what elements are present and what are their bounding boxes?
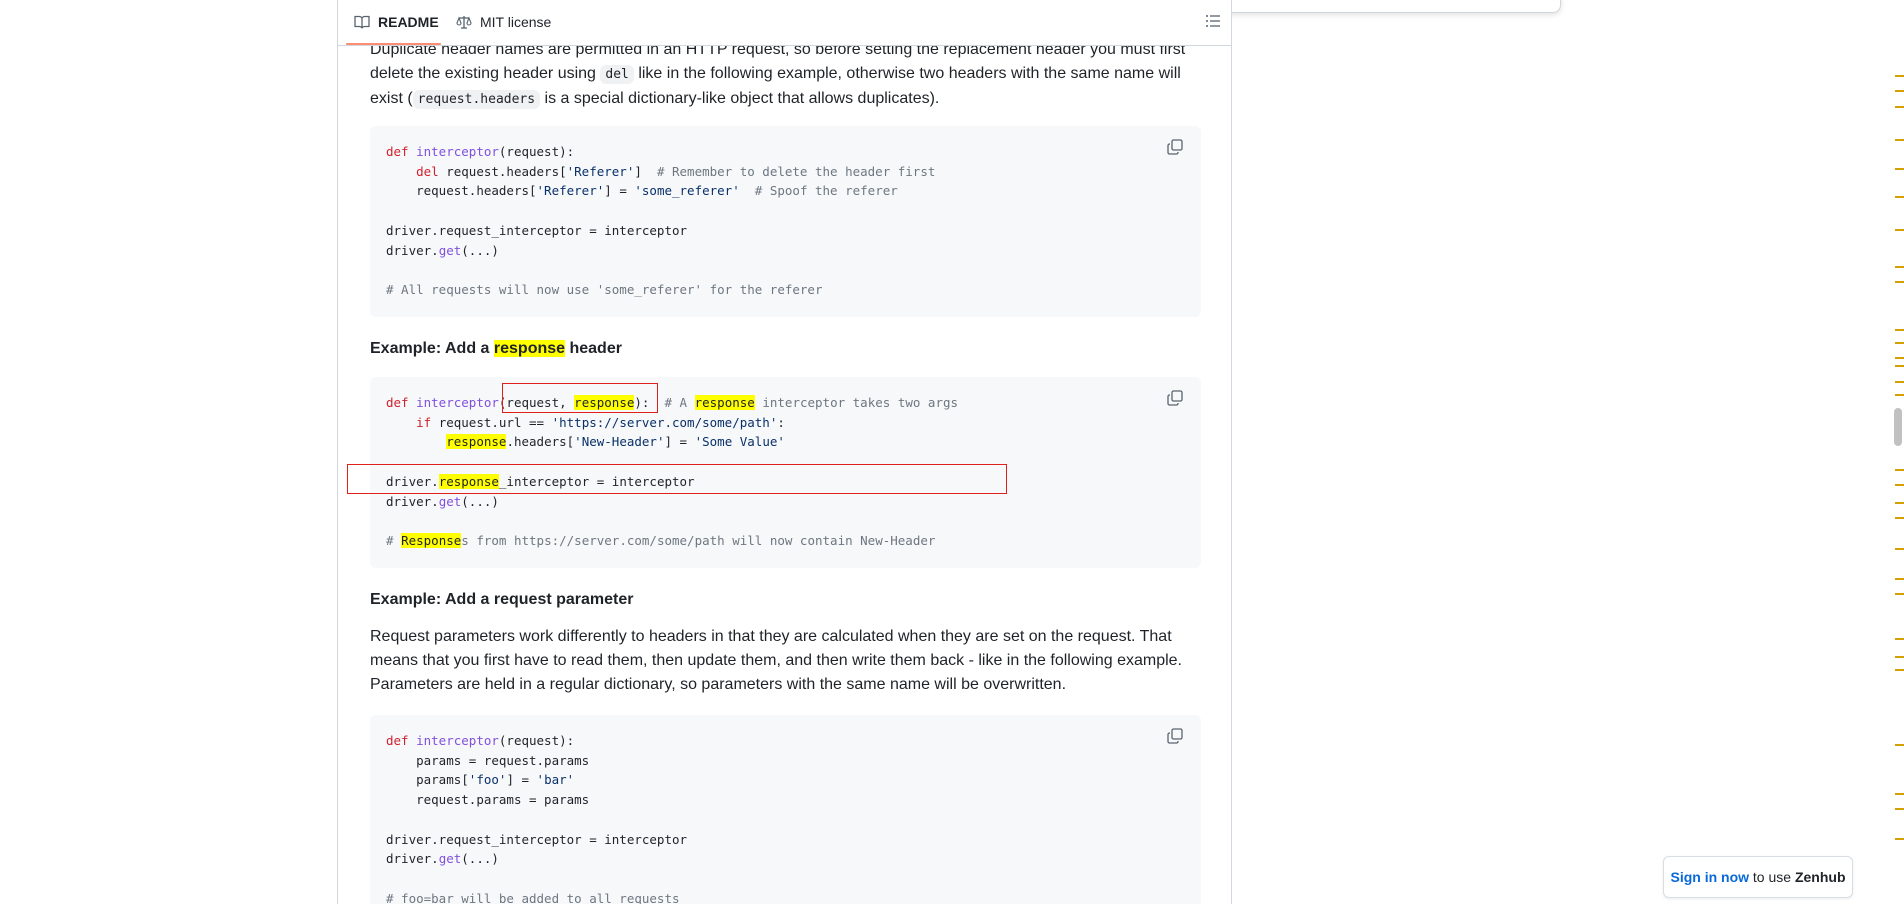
inline-code-request-headers: request.headers — [412, 90, 541, 109]
search-match-marker — [1895, 196, 1904, 198]
params-paragraph: Request parameters work differently to h… — [370, 628, 1182, 693]
search-match-marker — [1895, 281, 1904, 283]
zenhub-signin-text: to use — [1749, 869, 1795, 885]
law-scale-icon — [456, 16, 472, 29]
zenhub-signin-banner: Sign in now to use Zenhub — [1663, 856, 1853, 898]
copy-icon — [1167, 139, 1183, 155]
readme-tabbar: README MIT license — [338, 0, 1231, 46]
search-match-marker — [1895, 593, 1904, 595]
search-match-marker — [1895, 808, 1904, 810]
dropdown-panel-edge — [1203, 0, 1561, 13]
search-match-marker — [1895, 168, 1904, 170]
code-content: def interceptor(request): params = reque… — [386, 733, 688, 904]
copy-button[interactable] — [1167, 728, 1187, 748]
scrollbar-thumb[interactable] — [1894, 408, 1902, 446]
code-content: def interceptor(request, response): # A … — [386, 395, 959, 548]
search-match-marker — [1895, 381, 1904, 383]
intro-text-3: is a special dictionary-like object that… — [540, 90, 940, 107]
copy-button[interactable] — [1167, 390, 1187, 410]
search-match-marker — [1895, 75, 1904, 77]
search-match-marker — [1895, 578, 1904, 580]
search-match-marker — [1895, 744, 1904, 746]
page-scrollbar[interactable] — [1893, 0, 1904, 903]
code-block-response-header: def interceptor(request, response): # A … — [370, 377, 1201, 568]
search-match-marker — [1895, 342, 1904, 344]
code-content: def interceptor(request): del request.he… — [386, 144, 936, 297]
active-tab-underline — [346, 43, 441, 45]
code-block-delete-header: def interceptor(request): del request.he… — [370, 126, 1201, 317]
search-match-marker — [1895, 266, 1904, 268]
search-match-marker — [1895, 502, 1904, 504]
copy-icon — [1167, 390, 1183, 406]
tab-readme[interactable]: README — [354, 9, 439, 35]
book-icon — [354, 15, 370, 29]
search-match-marker — [1895, 394, 1904, 396]
search-match-marker — [1895, 548, 1904, 550]
search-match-marker — [1895, 484, 1904, 486]
search-match-marker — [1895, 669, 1904, 671]
search-match-marker — [1895, 329, 1904, 331]
table-of-contents-button[interactable] — [1205, 13, 1221, 34]
search-match-marker — [1895, 638, 1904, 640]
search-match-marker — [1895, 656, 1904, 658]
search-match-marker — [1895, 469, 1904, 471]
search-match-marker — [1895, 357, 1904, 359]
search-match-marker — [1895, 517, 1904, 519]
search-match-marker — [1895, 838, 1904, 840]
search-match-marker — [1895, 90, 1904, 92]
heading-add-request-parameter: Example: Add a request parameter — [370, 591, 634, 608]
intro-paragraph: Duplicate header names are permitted in … — [370, 38, 1201, 112]
tab-license-label: MIT license — [480, 14, 552, 30]
tab-license[interactable]: MIT license — [456, 9, 551, 35]
tab-readme-label: README — [378, 14, 439, 30]
search-match-marker — [1895, 106, 1904, 108]
copy-button[interactable] — [1167, 139, 1187, 159]
heading-add-response-header: Example: Add a response header — [370, 340, 622, 357]
search-highlight: response — [493, 340, 566, 357]
readme-container: README MIT license Duplicate header name… — [337, 0, 1232, 904]
search-match-marker — [1895, 793, 1904, 795]
zenhub-signin-link[interactable]: Sign in now — [1670, 869, 1749, 885]
inline-code-del: del — [600, 65, 634, 84]
zenhub-brand: Zenhub — [1794, 869, 1846, 885]
search-match-marker — [1895, 139, 1904, 141]
code-block-request-parameter: def interceptor(request): params = reque… — [370, 715, 1201, 904]
search-match-marker — [1895, 365, 1904, 367]
copy-icon — [1167, 728, 1183, 744]
search-match-marker — [1895, 229, 1904, 231]
list-unordered-icon — [1206, 15, 1220, 27]
